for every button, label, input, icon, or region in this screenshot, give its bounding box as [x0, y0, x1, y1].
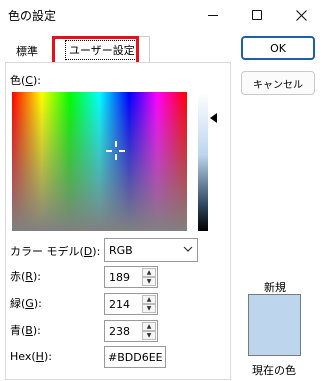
- color-label-accesskey: C: [25, 74, 33, 87]
- blue-label: 青(B):: [10, 322, 41, 338]
- close-icon: [295, 9, 307, 21]
- cancel-button[interactable]: キャンセル: [241, 71, 315, 95]
- color-preview-swatch: [248, 294, 301, 356]
- title-bar: 色の設定: [0, 0, 323, 30]
- hex-label-suffix: ):: [43, 350, 52, 363]
- hex-label: Hex(H):: [10, 350, 52, 363]
- blue-accesskey: B: [25, 324, 33, 337]
- slider-arrow-icon[interactable]: [210, 113, 217, 123]
- red-value[interactable]: 189: [109, 271, 130, 284]
- hex-label-text: Hex(: [10, 350, 36, 363]
- new-color-label: 新規: [264, 281, 286, 294]
- green-value[interactable]: 214: [109, 298, 130, 311]
- color-model-accesskey: D: [83, 245, 93, 258]
- blue-label-suffix: ):: [32, 324, 41, 337]
- color-model-value: RGB: [109, 243, 133, 257]
- green-down-arrow-icon[interactable]: ▼: [142, 304, 156, 313]
- green-up-arrow-icon[interactable]: ▲: [142, 295, 156, 304]
- color-label-text: 色(: [10, 74, 26, 87]
- annotation-highlight-box: [52, 36, 139, 65]
- minimize-icon: [208, 14, 218, 16]
- hex-input[interactable]: #BDD6EE: [104, 346, 166, 368]
- red-label: 赤(R):: [10, 268, 41, 284]
- blue-spinbox[interactable]: 238 ▲ ▼: [104, 320, 158, 342]
- chevron-down-icon: [183, 246, 193, 252]
- close-button[interactable]: [279, 0, 323, 30]
- blue-down-arrow-icon[interactable]: ▼: [142, 331, 156, 340]
- red-label-text: 赤(: [10, 270, 26, 283]
- ok-button[interactable]: OK: [241, 36, 315, 60]
- maximize-button[interactable]: [235, 0, 279, 30]
- green-spinbox[interactable]: 214 ▲ ▼: [104, 293, 158, 315]
- minimize-button[interactable]: [191, 0, 235, 30]
- color-label: 色(C):: [10, 72, 41, 88]
- color-label-suffix: ):: [32, 74, 41, 87]
- maximize-icon: [252, 10, 262, 20]
- color-spectrum[interactable]: [12, 92, 187, 231]
- green-label: 緑(G):: [10, 295, 42, 311]
- color-model-label-suffix: ):: [92, 245, 101, 258]
- green-label-text: 緑(: [10, 297, 26, 310]
- green-label-suffix: ):: [33, 297, 42, 310]
- red-label-suffix: ):: [32, 270, 41, 283]
- tab-standard[interactable]: 標準: [6, 40, 48, 62]
- blue-label-text: 青(: [10, 324, 26, 337]
- red-accesskey: R: [25, 270, 33, 283]
- red-up-arrow-icon[interactable]: ▲: [142, 268, 156, 277]
- color-model-select[interactable]: RGB: [104, 238, 198, 262]
- blue-value[interactable]: 238: [109, 325, 130, 338]
- window-title: 色の設定: [8, 9, 57, 23]
- green-accesskey: G: [25, 297, 34, 310]
- red-spinbox[interactable]: 189 ▲ ▼: [104, 266, 158, 288]
- current-color-label: 現在の色: [252, 364, 296, 377]
- crosshair-icon[interactable]: [106, 141, 125, 160]
- blue-up-arrow-icon[interactable]: ▲: [142, 322, 156, 331]
- luminance-slider[interactable]: [198, 92, 208, 231]
- red-down-arrow-icon[interactable]: ▼: [142, 277, 156, 286]
- color-model-label-text: カラー モデル(: [10, 245, 84, 258]
- hex-accesskey: H: [35, 350, 44, 363]
- color-model-label: カラー モデル(D):: [10, 243, 100, 259]
